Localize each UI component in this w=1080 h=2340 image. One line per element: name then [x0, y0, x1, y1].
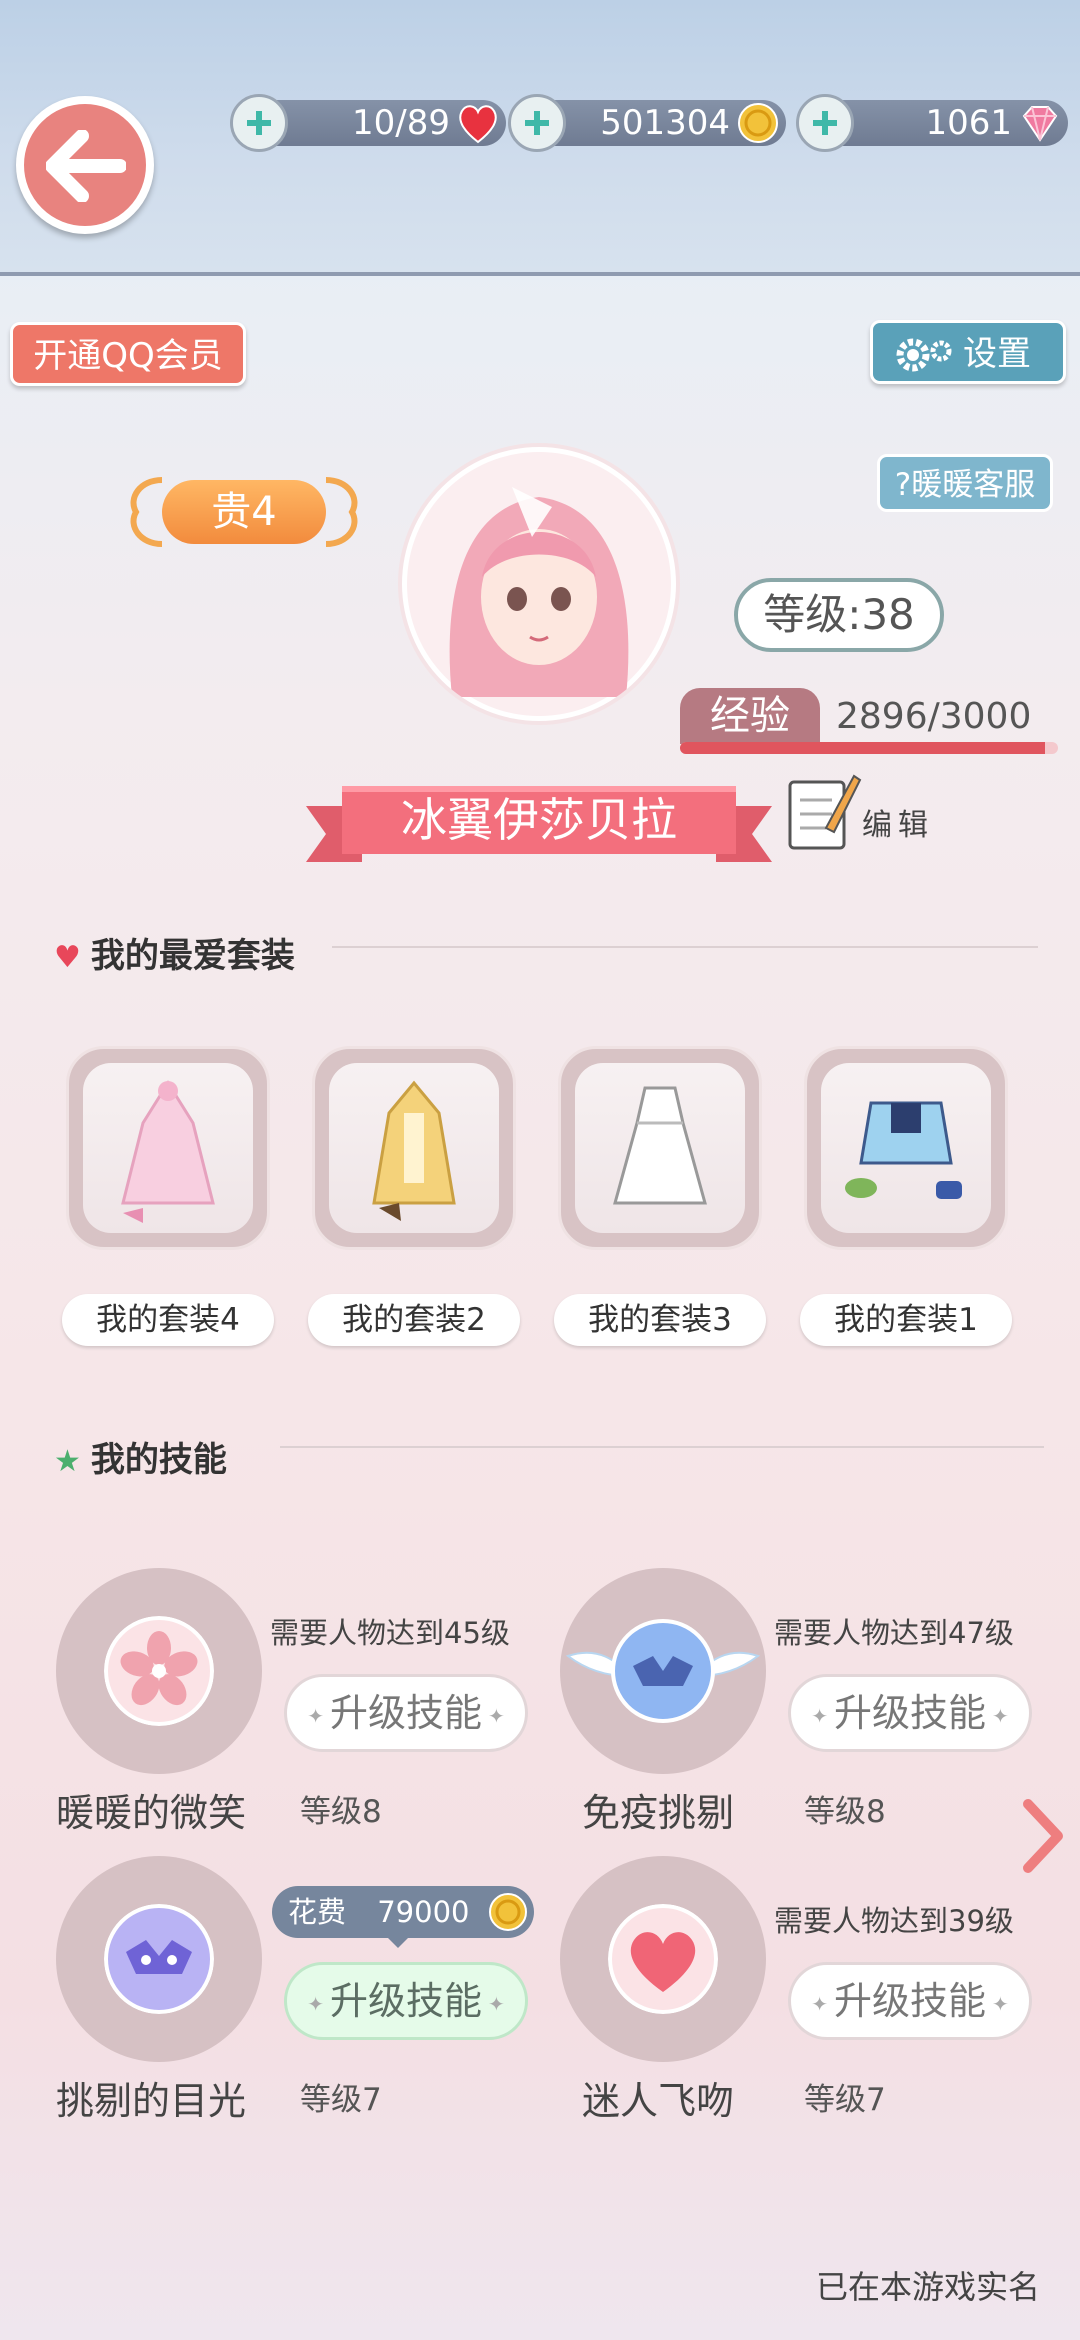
skill-3-upgrade-label: 升级技能: [329, 1979, 482, 2023]
chevron-right-icon[interactable]: [1018, 1796, 1068, 1876]
star-icon: ✦: [488, 1703, 505, 1728]
skill-2-requirement: 需要人物达到47级: [774, 1616, 1014, 1650]
exp-progress-bar: [680, 742, 1058, 754]
star-icon: ✦: [992, 1991, 1009, 2016]
skill-1-name: 暖暖的微笑: [56, 1791, 247, 1835]
skill-2-level: 等级8: [804, 1794, 886, 1830]
skill-4-upgrade-label: 升级技能: [833, 1979, 986, 2023]
heart-icon: [459, 105, 497, 144]
hearts-counter: 10/89: [230, 94, 506, 152]
customer-service-button[interactable]: ?暖暖客服: [877, 454, 1053, 512]
section-divider: [280, 1446, 1044, 1448]
skill-3-name: 挑剔的目光: [56, 2079, 247, 2123]
skill-2-name: 免疫挑剔: [582, 1791, 735, 1835]
winged-mask-icon: [565, 1619, 761, 1723]
skills-heading: ★ 我的技能: [54, 1432, 227, 1481]
diamonds-value: 1061: [925, 103, 1012, 143]
player-level: 等级:38: [734, 578, 944, 652]
coin-icon: [489, 1893, 527, 1931]
skills-title: 我的技能: [90, 1440, 227, 1480]
yellow-dress-icon: [372, 1080, 456, 1221]
sakura-icon: [104, 1616, 214, 1726]
star-icon: ★: [54, 1444, 81, 1479]
avatar-portrait: [407, 452, 671, 716]
qq-member-button[interactable]: 开通QQ会员: [10, 322, 246, 386]
diamond-icon: [1022, 106, 1058, 142]
coins-counter: 501304: [508, 94, 786, 152]
player-name: 冰翼伊莎贝拉: [401, 793, 677, 847]
skill-2-upgrade-label: 升级技能: [833, 1691, 986, 1735]
outfit-label-3[interactable]: 我的套装3: [554, 1294, 766, 1346]
star-icon: ✦: [811, 1991, 828, 2016]
settings-button[interactable]: 设置: [870, 320, 1066, 384]
outfit-label-1[interactable]: 我的套装4: [62, 1294, 274, 1346]
pink-dress-icon: [121, 1080, 215, 1223]
diamonds-counter: 1061: [796, 94, 1068, 152]
heart-icon: ♥: [54, 940, 81, 975]
skill-4-icon-frame[interactable]: [560, 1856, 766, 2062]
skill-3-cost-label: 花费: [288, 1895, 347, 1929]
name-banner: 冰翼伊莎贝拉: [306, 776, 772, 872]
outfit-slot-3[interactable]: [558, 1046, 762, 1250]
arrow-left-icon: [46, 130, 126, 202]
help-icon: ?: [894, 467, 912, 503]
realname-notice: 已在本游戏实名: [815, 2268, 1040, 2306]
skill-1-upgrade-button[interactable]: ✦ 升级技能 ✦: [284, 1674, 528, 1752]
star-icon: ✦: [488, 1991, 505, 2016]
add-coins-button[interactable]: [508, 94, 566, 152]
add-hearts-button[interactable]: [230, 94, 288, 152]
skill-3-level: 等级7: [300, 2082, 382, 2118]
white-dress-icon: [613, 1086, 707, 1205]
hearts-value: 10/89: [352, 103, 450, 143]
back-button[interactable]: [16, 96, 154, 234]
skill-3-icon-frame[interactable]: [56, 1856, 262, 2062]
coin-icon: [738, 103, 778, 143]
favorite-outfits-heading: ♥ 我的最爱套装: [54, 928, 295, 977]
blue-outfit-icon: [845, 1101, 962, 1199]
outfit-slot-2[interactable]: [312, 1046, 516, 1250]
skill-4-level: 等级7: [804, 2082, 886, 2118]
avatar[interactable]: [402, 447, 676, 721]
skill-4-upgrade-button[interactable]: ✦ 升级技能 ✦: [788, 1962, 1032, 2040]
coins-value: 501304: [600, 103, 730, 143]
star-icon: ✦: [307, 1703, 324, 1728]
vip-badge[interactable]: 贵4: [122, 470, 366, 554]
outfit-slot-4[interactable]: [804, 1046, 1008, 1250]
heart-icon: [608, 1904, 718, 2014]
star-icon: ✦: [307, 1991, 324, 2016]
skill-3-upgrade-button[interactable]: ✦ 升级技能 ✦: [284, 1962, 528, 2040]
star-icon: ✦: [811, 1703, 828, 1728]
exp-label: 经验: [680, 688, 820, 744]
skill-4-requirement: 需要人物达到39级: [774, 1904, 1014, 1938]
settings-label: 设置: [963, 334, 1031, 374]
outfit-label-2[interactable]: 我的套装2: [308, 1294, 520, 1346]
skill-1-requirement: 需要人物达到45级: [270, 1616, 510, 1650]
star-icon: ✦: [992, 1703, 1009, 1728]
skill-2-upgrade-button[interactable]: ✦ 升级技能 ✦: [788, 1674, 1032, 1752]
skill-1-level: 等级8: [300, 1794, 382, 1830]
exp-value: 2896/3000: [836, 696, 1032, 737]
skill-3-cost-value: 79000: [377, 1895, 470, 1929]
edit-label[interactable]: 编辑: [862, 800, 934, 844]
gear-icon: [896, 338, 952, 372]
edit-icon[interactable]: [786, 766, 862, 856]
vip-label: 贵4: [162, 480, 326, 544]
customer-service-label: 暖暖客服: [911, 467, 1036, 503]
skill-4-name: 迷人飞吻: [582, 2079, 735, 2123]
mask-icon: [104, 1904, 214, 2014]
skill-1-upgrade-label: 升级技能: [329, 1691, 482, 1735]
skill-3-cost-tooltip: 花费 79000: [272, 1886, 534, 1948]
favorite-outfits-title: 我的最爱套装: [90, 936, 295, 976]
skill-2-icon-frame[interactable]: [560, 1568, 766, 1774]
outfit-slot-1[interactable]: [66, 1046, 270, 1250]
add-diamonds-button[interactable]: [796, 94, 854, 152]
exp-progress-fill: [680, 742, 1045, 754]
section-divider: [332, 946, 1038, 948]
skill-1-icon-frame[interactable]: [56, 1568, 262, 1774]
outfit-label-4[interactable]: 我的套装1: [800, 1294, 1012, 1346]
